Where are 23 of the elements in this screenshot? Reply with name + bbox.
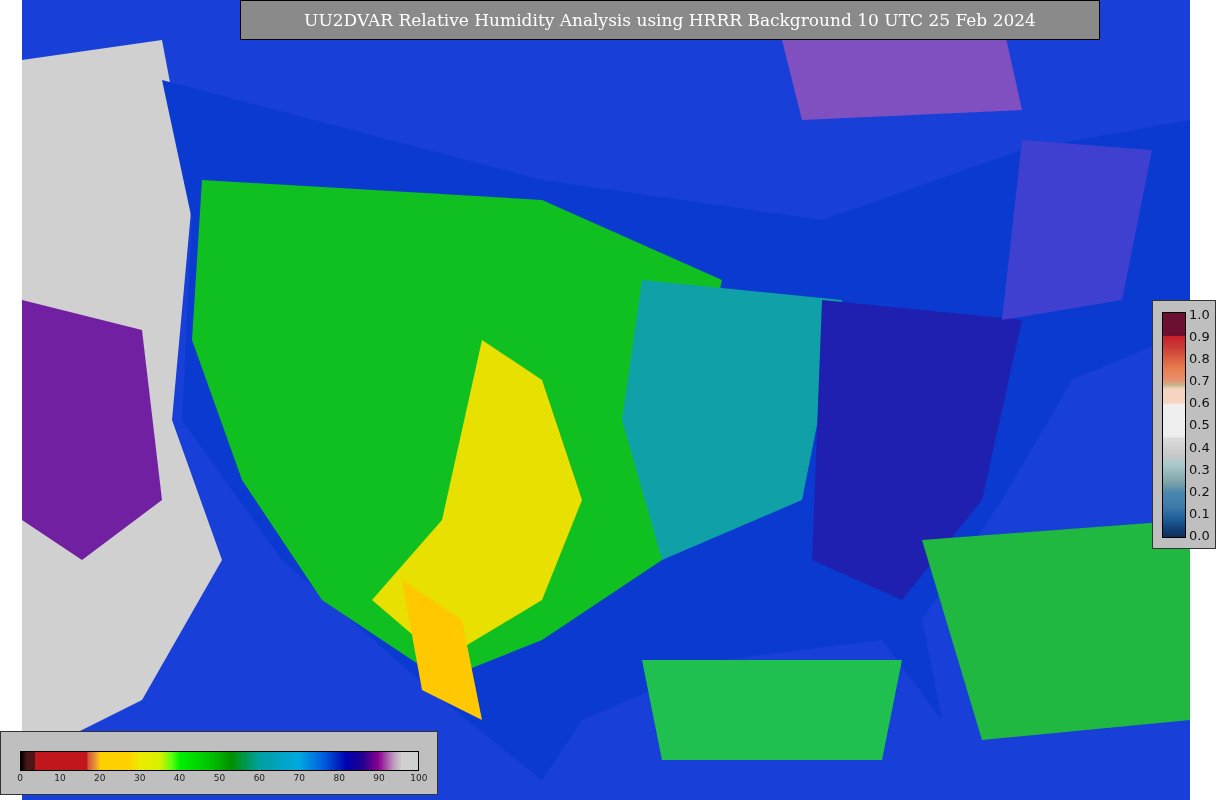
tick-label: 20: [94, 773, 106, 783]
tick-label: 60: [253, 773, 266, 783]
tick-label: 1.0: [1189, 307, 1210, 322]
tick-label: 0.6: [1189, 395, 1210, 411]
tick-label: 0.5: [1189, 417, 1210, 433]
tick-label: 40: [173, 773, 186, 783]
tick-label: 100: [410, 773, 428, 783]
tick-label: 80: [333, 773, 345, 783]
tick-label: 50: [213, 773, 226, 783]
map-title: UU2DVAR Relative Humidity Analysis using HRRR Background 10 UTC 25 Feb 2024: [240, 0, 1100, 40]
tick-label: 0.0: [1189, 527, 1210, 543]
tick-label: 10: [54, 773, 66, 783]
tick-label: 30: [133, 773, 146, 783]
tick-label: 90: [373, 773, 385, 783]
tick-label: 0.4: [1189, 439, 1210, 455]
tick-label: 0.8: [1189, 351, 1210, 367]
tick-label: 0.1: [1189, 505, 1210, 521]
tick-label: 0: [17, 773, 23, 783]
tick-label: 0.2: [1189, 483, 1210, 499]
tick-label: 0.3: [1189, 461, 1210, 477]
tick-label: 0.9: [1189, 329, 1210, 345]
tick-label: 70: [293, 773, 305, 783]
tick-label: 0.7: [1189, 373, 1210, 389]
